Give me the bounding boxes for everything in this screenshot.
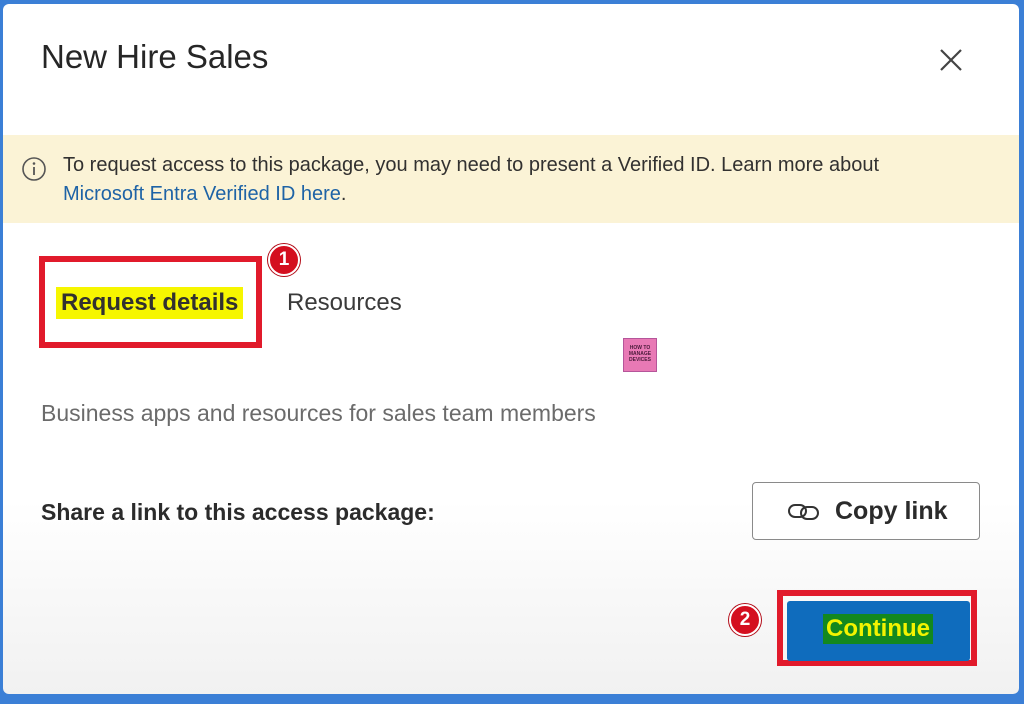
continue-button[interactable]: Continue [787, 601, 970, 661]
banner-text: To request access to this package, you m… [63, 154, 880, 176]
close-icon[interactable] [935, 44, 967, 76]
link-icon [787, 500, 821, 524]
banner-message: To request access to this package, you m… [63, 151, 963, 209]
tab-resources[interactable]: Resources [287, 289, 402, 317]
annotation-number-2: 2 [729, 604, 761, 636]
package-description: Business apps and resources for sales te… [41, 400, 596, 426]
copy-link-label: Copy link [835, 497, 948, 525]
access-package-dialog: New Hire Sales To request access to this… [3, 4, 1019, 694]
info-icon [21, 156, 47, 182]
copy-link-button[interactable]: Copy link [752, 482, 980, 540]
share-link-label: Share a link to this access package: [41, 499, 435, 525]
annotation-box-1 [39, 256, 262, 348]
continue-label: Continue [823, 614, 933, 644]
site-watermark-logo: HOW TO MANAGE DEVICES [623, 338, 657, 372]
verified-id-banner: To request access to this package, you m… [3, 135, 1019, 223]
annotation-number-1: 1 [268, 244, 300, 276]
dialog-title: New Hire Sales [41, 38, 269, 75]
banner-end: . [340, 183, 347, 205]
verified-id-link[interactable]: Microsoft Entra Verified ID here [63, 183, 341, 205]
